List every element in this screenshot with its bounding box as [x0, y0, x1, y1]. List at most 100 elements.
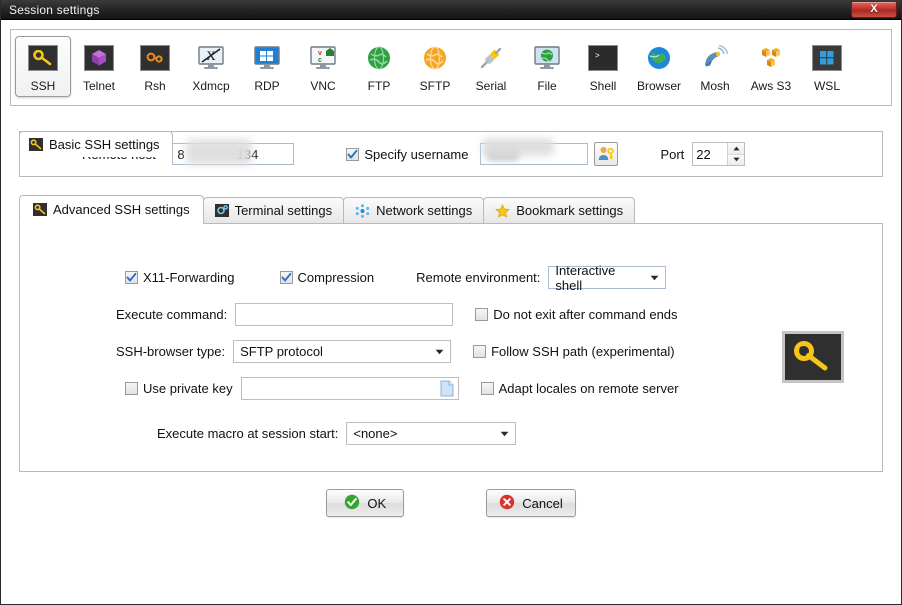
adapt-locales-label[interactable]: Adapt locales on remote server	[499, 381, 679, 396]
tab-advanced-ssh-settings[interactable]: Advanced SSH settings	[19, 195, 204, 224]
redaction-overlay	[482, 138, 555, 156]
session-type-serial[interactable]: Serial	[463, 36, 519, 97]
tab-strip: Advanced SSH settings Terminal settings …	[19, 195, 883, 224]
remote-host-field-wrapper	[172, 139, 295, 165]
tab-label: Bookmark settings	[516, 203, 624, 218]
advanced-settings-grid: X11-Forwarding Compression Remote enviro…	[20, 224, 882, 445]
session-type-vnc[interactable]: vc VNC	[295, 36, 351, 97]
session-type-ftp[interactable]: FTP	[351, 36, 407, 97]
session-type-label: FTP	[367, 79, 391, 93]
basic-ssh-group-label: Basic SSH settings	[49, 136, 160, 152]
private-key-input[interactable]	[240, 377, 459, 400]
svg-text:>: >	[595, 52, 600, 61]
ssh-key-icon	[29, 137, 43, 151]
ssh-key-icon	[27, 42, 59, 74]
private-key-field-wrapper	[240, 377, 459, 400]
wsl-windows-icon	[811, 42, 843, 74]
follow-ssh-path-checkbox[interactable]	[473, 345, 487, 358]
port-input[interactable]	[693, 143, 728, 165]
mosh-dish-icon	[699, 42, 731, 74]
session-type-telnet[interactable]: Telnet	[71, 36, 127, 97]
session-type-label: RDP	[254, 79, 280, 93]
chevron-down-icon	[490, 431, 509, 437]
use-private-key-label[interactable]: Use private key	[143, 381, 233, 396]
tab-bookmark-settings[interactable]: Bookmark settings	[483, 197, 636, 224]
compression-label[interactable]: Compression	[298, 270, 375, 285]
session-type-rdp[interactable]: RDP	[239, 36, 295, 97]
port-spinner-arrows[interactable]	[727, 143, 745, 165]
tab-terminal-settings[interactable]: Terminal settings	[202, 197, 345, 224]
session-type-label: VNC	[310, 79, 336, 93]
vnc-monitor-icon: vc	[307, 42, 339, 74]
session-type-rsh[interactable]: Rsh	[127, 36, 183, 97]
x11-forwarding-checkbox[interactable]	[125, 271, 138, 284]
basic-ssh-group: Basic SSH settings Remote host * Specify…	[19, 131, 883, 177]
session-type-aws-s3[interactable]: Aws S3	[743, 36, 799, 97]
execute-macro-value: <none>	[353, 426, 398, 441]
gear-icon	[214, 204, 229, 217]
ssh-browser-type-select[interactable]: SFTP protocol	[233, 340, 452, 363]
cancel-close-icon	[499, 494, 515, 513]
star-icon	[495, 203, 511, 218]
sftp-globe-icon	[419, 42, 451, 74]
tab-label: Terminal settings	[234, 203, 333, 218]
session-type-mosh[interactable]: Mosh	[687, 36, 743, 97]
session-type-label: SFTP	[419, 79, 451, 93]
row-execute-command: Execute command: Do not exit after comma…	[20, 303, 882, 326]
advanced-ssh-settings-page: X11-Forwarding Compression Remote enviro…	[19, 223, 883, 472]
session-type-wsl[interactable]: WSL	[799, 36, 855, 97]
session-type-label: Browser	[636, 79, 681, 93]
execute-macro-label: Execute macro at session start:	[157, 426, 339, 441]
session-type-file[interactable]: File	[519, 36, 575, 97]
session-type-label: SSH	[30, 79, 56, 93]
execute-macro-select[interactable]: <none>	[346, 422, 517, 445]
ftp-globe-icon	[363, 42, 395, 74]
close-button[interactable]: X	[851, 1, 897, 18]
browser-globe-icon	[643, 42, 675, 74]
cancel-button[interactable]: Cancel	[486, 489, 576, 517]
specify-username-checkbox[interactable]	[346, 147, 360, 161]
x11-forwarding-label[interactable]: X11-Forwarding	[143, 270, 235, 285]
execute-command-input[interactable]	[235, 303, 454, 326]
ssh-key-illustration-icon	[782, 331, 844, 383]
tab-label: Network settings	[376, 203, 473, 218]
redaction-overlay	[186, 139, 253, 165]
remote-environment-label: Remote environment:	[416, 270, 541, 285]
do-not-exit-checkbox[interactable]	[475, 308, 489, 321]
xdmcp-monitor-icon: X	[195, 42, 227, 74]
port-increment-button[interactable]	[728, 143, 745, 155]
basic-ssh-group-header: Basic SSH settings	[19, 131, 173, 157]
session-type-toolbar: SSH Telnet Rsh Xdmcp RDP v c VNC FTP SFT…	[10, 29, 892, 106]
chevron-down-icon	[425, 349, 444, 355]
session-type-label: Telnet	[82, 79, 116, 93]
adapt-locales-checkbox[interactable]	[480, 382, 494, 395]
session-type-shell[interactable]: > Shell	[575, 36, 631, 97]
serial-plug-icon	[475, 42, 507, 74]
session-type-label: Rsh	[144, 79, 166, 93]
compression-checkbox[interactable]	[279, 271, 293, 284]
file-browse-icon[interactable]	[438, 379, 456, 399]
session-type-xdmcp[interactable]: X Xdmcp	[183, 36, 239, 97]
port-stepper[interactable]	[692, 142, 746, 166]
tab-network-settings[interactable]: Network settings	[343, 197, 485, 224]
session-type-browser[interactable]: Browser	[631, 36, 687, 97]
ssh-key-icon	[33, 203, 47, 216]
follow-ssh-path-label[interactable]: Follow SSH path (experimental)	[491, 344, 675, 359]
session-type-ssh[interactable]: SSH	[15, 36, 71, 97]
execute-command-label: Execute command:	[116, 307, 228, 322]
do-not-exit-label[interactable]: Do not exit after command ends	[493, 307, 677, 322]
port-decrement-button[interactable]	[728, 154, 745, 165]
user-key-browse-button[interactable]	[594, 142, 619, 166]
session-type-label: File	[537, 79, 557, 93]
svg-text:c: c	[318, 57, 322, 64]
session-type-label: Serial	[475, 79, 507, 93]
use-private-key-checkbox[interactable]	[125, 382, 138, 395]
specify-username-label[interactable]: Specify username	[364, 147, 468, 162]
close-icon: X	[870, 3, 878, 15]
shell-prompt-icon: >	[587, 42, 619, 74]
session-type-sftp[interactable]: SFTP	[407, 36, 463, 97]
settings-tab-control: Advanced SSH settings Terminal settings …	[19, 195, 883, 472]
window-title: Session settings	[9, 2, 100, 17]
ok-button[interactable]: OK	[326, 489, 405, 517]
remote-environment-select[interactable]: Interactive shell	[548, 263, 667, 293]
